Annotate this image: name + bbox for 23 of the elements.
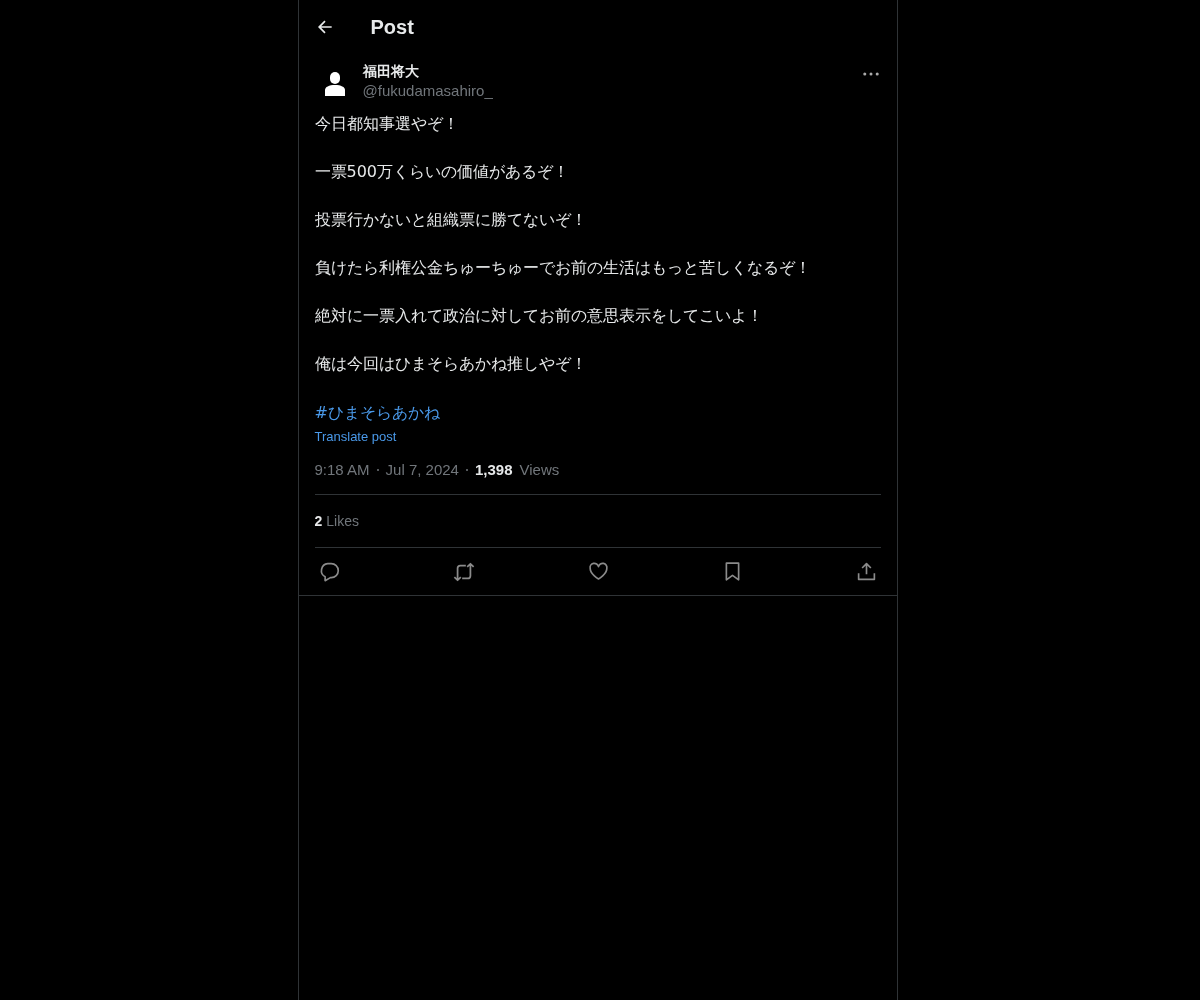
- views-label: Views: [519, 461, 560, 478]
- avatar-icon[interactable]: [322, 70, 347, 96]
- post-text: 俺は今回はひまそらあかね推しやぞ！: [314, 353, 588, 375]
- likes-label[interactable]: Likes: [326, 513, 359, 529]
- author-handle[interactable]: @fukudamasahiro_: [362, 80, 863, 102]
- page-title: Post: [370, 15, 414, 39]
- reply-icon[interactable]: [318, 561, 340, 582]
- post-date[interactable]: Jul 7, 2024: [385, 461, 459, 478]
- repost-icon[interactable]: [452, 560, 475, 583]
- post-text: 一票500万くらいの価値があるぞ！: [314, 161, 571, 183]
- hashtag-link[interactable]: #ひまそらあかね: [314, 403, 440, 422]
- post-text: 今日都知事選やぞ！: [314, 113, 460, 135]
- post-text: 絶対に一票入れて政治に対してお前の意思表示をしてこいよ！: [314, 305, 764, 327]
- share-icon[interactable]: [855, 561, 877, 582]
- likes-count[interactable]: 2: [314, 513, 323, 529]
- author-name[interactable]: 福田将大: [362, 62, 863, 80]
- post-text: 負けたら利権公金ちゅーちゅーでお前の生活はもっと苦しくなるぞ！: [314, 257, 812, 279]
- heart-icon[interactable]: [587, 561, 609, 582]
- post-time[interactable]: 9:18 AM: [314, 461, 370, 478]
- translate-link[interactable]: Translate post: [314, 429, 397, 444]
- more-icon[interactable]: [862, 72, 879, 76]
- views-count: 1,398: [474, 461, 513, 478]
- post-text: 投票行かないと組織票に勝てないぞ！: [314, 209, 588, 231]
